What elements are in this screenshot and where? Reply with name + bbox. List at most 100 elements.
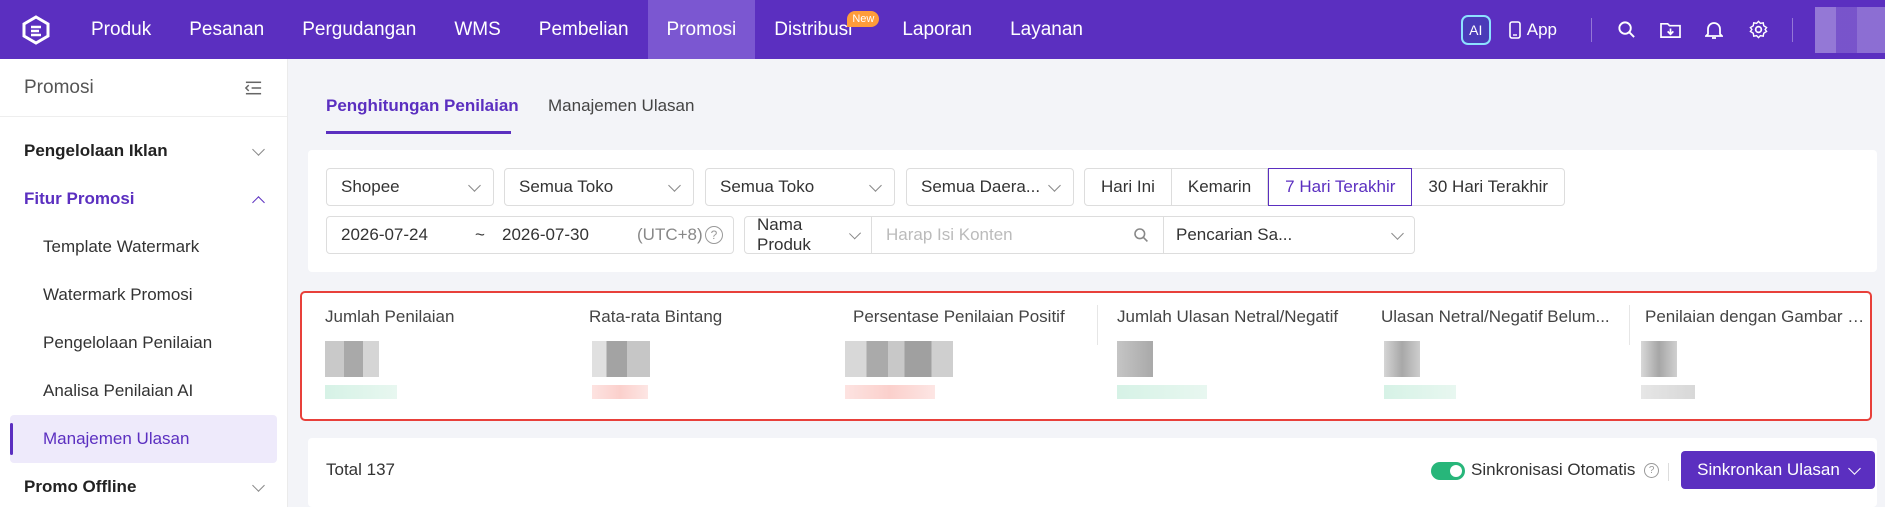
auto-sync-toggle[interactable] (1431, 462, 1465, 480)
search-placeholder: Harap Isi Konten (886, 225, 1013, 244)
app-label: App (1526, 19, 1557, 39)
toolbar-divider (1668, 463, 1669, 481)
timezone-label: (UTC+8) (637, 225, 703, 244)
sidebar-group-promo-offline[interactable]: Promo Offline (0, 463, 287, 507)
app-logo[interactable] (0, 0, 72, 59)
tab-penghitungan-penilaian[interactable]: Penghitungan Penilaian (326, 96, 519, 116)
search-mode-value: Pencarian Sa... (1176, 225, 1293, 244)
stat-jumlah-penilaian: Jumlah Penilaian (325, 307, 589, 399)
stat-persentase-positif: Persentase Penilaian Positif (845, 307, 1117, 399)
settings-gear-icon[interactable] (1736, 0, 1780, 59)
stat-change-redacted (845, 385, 935, 399)
nav-pergudangan[interactable]: Pergudangan (283, 0, 435, 59)
search-input[interactable]: Harap Isi Konten (872, 217, 1164, 253)
tab-manajemen-ulasan[interactable]: Manajemen Ulasan (548, 96, 694, 116)
stat-change-redacted (325, 385, 397, 399)
nav-distribusi-label: Distribusi (774, 18, 853, 40)
date-range-picker[interactable]: 2026-07-24 ~ 2026-07-30 (UTC+8) ? (326, 216, 734, 254)
store-value: Semua Toko (720, 177, 815, 196)
search-icon[interactable] (1133, 227, 1149, 243)
mobile-icon (1508, 20, 1521, 39)
date-range-selector: Hari Ini Kemarin 7 Hari Terakhir 30 Hari… (1084, 168, 1566, 206)
nav-pembelian[interactable]: Pembelian (520, 0, 648, 59)
range-7-hari[interactable]: 7 Hari Terakhir (1268, 168, 1413, 206)
download-folder-icon[interactable] (1648, 0, 1692, 59)
top-navigation: Produk Pesanan Pergudangan WMS Pembelian… (0, 0, 1885, 59)
help-icon[interactable]: ? (1644, 463, 1660, 479)
nav-wms[interactable]: WMS (435, 0, 519, 59)
auto-sync-text: Sinkronisasi Otomatis (1471, 460, 1636, 479)
stat-divider (1629, 305, 1630, 345)
stat-value-redacted (325, 341, 379, 377)
sidebar-item-watermark-promosi[interactable]: Watermark Promosi (0, 271, 287, 319)
sidebar-item-manajemen-ulasan[interactable]: Manajemen Ulasan (10, 415, 277, 463)
stat-change-redacted (592, 385, 648, 399)
nav-laporan[interactable]: Laporan (883, 0, 991, 59)
new-badge: New (847, 11, 880, 27)
stat-rata-rata-bintang: Rata-rata Bintang (589, 307, 853, 399)
sidebar-item-analisa-penilaian-ai[interactable]: Analisa Penilaian AI (0, 367, 287, 415)
stat-divider (1097, 305, 1098, 345)
range-hari-ini[interactable]: Hari Ini (1085, 169, 1172, 205)
date-end[interactable]: 2026-07-30 (502, 225, 637, 245)
list-toolbar: Total 137 Sinkronisasi Otomatis ? Sinkro… (308, 438, 1877, 507)
sync-reviews-button[interactable]: Sinkronkan Ulasan (1681, 451, 1875, 489)
chevron-down-icon (468, 178, 481, 192)
stat-change-redacted (1384, 385, 1456, 399)
nav-divider (1591, 17, 1592, 42)
stat-label: Rata-rata Bintang (589, 307, 723, 326)
bell-icon[interactable] (1692, 0, 1736, 59)
stat-value-redacted (1117, 341, 1153, 377)
collapse-sidebar-icon[interactable] (244, 80, 263, 96)
chevron-down-icon (1847, 461, 1861, 475)
nav-distribusi[interactable]: Distribusi New (755, 0, 880, 59)
stat-label: Jumlah Ulasan Netral/Negatif (1117, 307, 1339, 326)
stat-ulasan-netral-negatif: Jumlah Ulasan Netral/Negatif (1117, 307, 1381, 399)
nav-divider-2 (1792, 17, 1793, 42)
app-link[interactable]: App (1508, 19, 1557, 40)
auto-sync-label: Sinkronisasi Otomatis ? (1471, 460, 1660, 480)
search-group: Nama Produk Harap Isi Konten Pencarian S… (744, 215, 1415, 254)
platform-select[interactable]: Shopee (326, 168, 494, 206)
region-select[interactable]: Semua Daera... (906, 168, 1074, 206)
range-kemarin[interactable]: Kemarin (1172, 169, 1269, 205)
stat-value-redacted (845, 341, 953, 377)
sidebar-group-fitur-promosi[interactable]: Fitur Promosi (0, 175, 287, 223)
stat-label: Penilaian dengan Gambar at... (1645, 307, 1865, 326)
region-value: Semua Daera... (921, 177, 1041, 196)
help-icon[interactable]: ? (705, 226, 723, 244)
chevron-down-icon (668, 178, 681, 192)
store-select-2[interactable]: Semua Toko (705, 168, 895, 206)
chevron-down-icon (1391, 226, 1404, 240)
nav-promosi[interactable]: Promosi (647, 0, 756, 59)
sidebar: Promosi Pengelolaan Iklan Fitur Promosi … (0, 59, 288, 507)
stat-label: Ulasan Netral/Negatif Belum... (1381, 307, 1610, 326)
nav-produk[interactable]: Produk (72, 0, 170, 59)
stat-ulasan-belum-dibalas: Ulasan Netral/Negatif Belum... (1381, 307, 1645, 399)
stat-change-redacted (1117, 385, 1207, 399)
ai-button[interactable]: AI (1460, 14, 1491, 45)
date-separator: ~ (475, 225, 485, 244)
sidebar-title: Promosi (24, 76, 94, 98)
nav-pesanan[interactable]: Pesanan (170, 0, 283, 59)
sidebar-item-template-watermark[interactable]: Template Watermark (0, 223, 287, 271)
search-mode-select[interactable]: Pencarian Sa... (1164, 217, 1414, 253)
search-icon[interactable] (1604, 0, 1648, 59)
sidebar-item-pengelolaan-penilaian[interactable]: Pengelolaan Penilaian (0, 319, 287, 367)
chevron-down-icon (1048, 178, 1061, 192)
sidebar-group-label: Fitur Promosi (24, 189, 135, 208)
sidebar-group-label: Pengelolaan Iklan (24, 141, 168, 160)
user-avatar[interactable] (1815, 6, 1885, 53)
nav-layanan[interactable]: Layanan (991, 0, 1102, 59)
platform-value: Shopee (341, 177, 400, 196)
logo-icon (22, 14, 50, 45)
stat-label: Jumlah Penilaian (325, 307, 455, 326)
sidebar-group-pengelolaan-iklan[interactable]: Pengelolaan Iklan (0, 127, 287, 175)
stats-panel: Jumlah Penilaian Rata-rata Bintang Perse… (300, 291, 1872, 421)
date-start[interactable]: 2026-07-24 (341, 225, 475, 245)
range-30-hari[interactable]: 30 Hari Terakhir (1412, 169, 1564, 205)
search-field-select[interactable]: Nama Produk (745, 215, 872, 254)
store-select-1[interactable]: Semua Toko (504, 168, 694, 206)
search-field-value: Nama Produk (757, 215, 811, 254)
total-count: Total 137 (326, 460, 395, 479)
